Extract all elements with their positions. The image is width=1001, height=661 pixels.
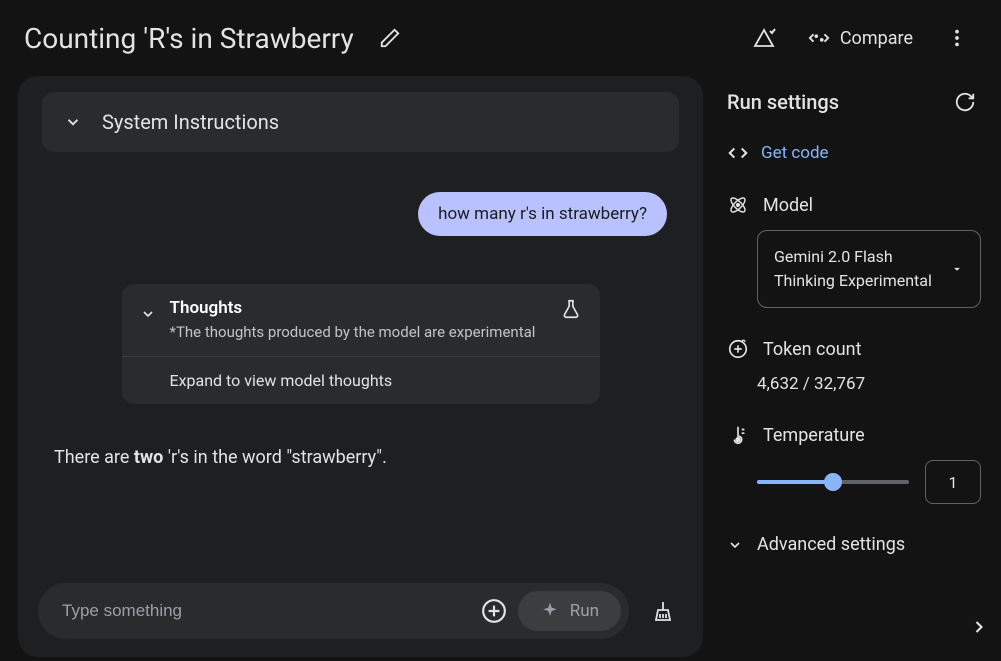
reset-settings-button[interactable] xyxy=(949,86,981,118)
thoughts-title: Thoughts xyxy=(170,298,546,318)
atom-icon xyxy=(727,194,749,216)
temperature-input[interactable]: 1 xyxy=(925,460,981,504)
model-response: There are two 'r's in the word "strawber… xyxy=(54,444,667,471)
response-text-suffix: 'r's in the word "strawberry". xyxy=(163,447,386,468)
settings-title: Run settings xyxy=(727,90,839,114)
input-container: Run xyxy=(38,583,629,639)
page-title: Counting 'R's in Strawberry xyxy=(24,22,354,55)
chat-area: System Instructions how many r's in stra… xyxy=(18,76,703,657)
model-select[interactable]: Gemini 2.0 Flash Thinking Experimental xyxy=(757,230,981,308)
more-vertical-icon xyxy=(946,27,968,49)
token-section-label: Token count xyxy=(763,339,861,360)
slider-thumb[interactable] xyxy=(824,473,842,491)
triangle-check-icon xyxy=(752,26,776,50)
thoughts-header[interactable]: Thoughts *The thoughts produced by the m… xyxy=(122,284,600,357)
edit-title-button[interactable] xyxy=(370,18,410,58)
get-code-label: Get code xyxy=(761,143,829,163)
slider-fill xyxy=(757,480,833,484)
run-button[interactable]: Run xyxy=(518,591,621,631)
chevron-down-icon xyxy=(64,113,82,131)
model-section-label: Model xyxy=(763,195,813,216)
compare-icon xyxy=(808,27,830,49)
prompt-input[interactable] xyxy=(62,601,476,621)
collapse-sidebar-button[interactable] xyxy=(969,617,989,641)
dropdown-arrow-icon xyxy=(950,262,964,276)
add-attachment-button[interactable] xyxy=(476,593,512,629)
thermometer-icon xyxy=(727,424,749,446)
thoughts-subtitle: *The thoughts produced by the model are … xyxy=(170,322,546,342)
token-count-value: 4,632 / 32,767 xyxy=(757,374,981,394)
compare-label: Compare xyxy=(840,28,913,49)
get-code-link[interactable]: Get code xyxy=(727,142,981,164)
temperature-slider[interactable] xyxy=(757,480,909,484)
main: System Instructions how many r's in stra… xyxy=(0,76,1001,657)
clear-button[interactable] xyxy=(643,591,683,631)
chevron-right-icon xyxy=(969,617,989,637)
advanced-settings-label: Advanced settings xyxy=(757,534,905,555)
refresh-icon xyxy=(954,91,976,113)
settings-sidebar: Run settings Get code Model Gemini 2.0 F… xyxy=(711,76,1001,657)
thoughts-expand-button[interactable]: Expand to view model thoughts xyxy=(122,357,600,404)
code-icon xyxy=(727,142,749,164)
header: Counting 'R's in Strawberry Compare xyxy=(0,0,1001,76)
input-row: Run xyxy=(18,569,703,657)
chat-scroll[interactable]: how many r's in strawberry? Thoughts *Th… xyxy=(18,168,703,569)
run-label: Run xyxy=(570,601,599,621)
user-message: how many r's in strawberry? xyxy=(418,192,667,236)
pencil-icon xyxy=(379,27,401,49)
system-instructions-label: System Instructions xyxy=(102,110,279,134)
system-instructions-toggle[interactable]: System Instructions xyxy=(42,92,679,152)
thoughts-panel: Thoughts *The thoughts produced by the m… xyxy=(122,284,600,404)
response-text-bold: two xyxy=(134,447,163,468)
safety-button[interactable] xyxy=(744,18,784,58)
temperature-section-label: Temperature xyxy=(763,425,865,446)
token-icon xyxy=(727,338,749,360)
more-menu-button[interactable] xyxy=(937,18,977,58)
advanced-settings-toggle[interactable]: Advanced settings xyxy=(727,534,981,555)
compare-button[interactable]: Compare xyxy=(800,23,921,53)
response-text-prefix: There are xyxy=(54,447,134,468)
flask-icon xyxy=(560,298,582,320)
chevron-down-icon xyxy=(727,537,743,553)
plus-circle-icon xyxy=(481,598,507,624)
broom-icon xyxy=(651,599,675,623)
chevron-down-icon xyxy=(140,306,156,322)
model-selected-name: Gemini 2.0 Flash Thinking Experimental xyxy=(774,245,950,293)
sparkle-icon xyxy=(540,601,560,621)
